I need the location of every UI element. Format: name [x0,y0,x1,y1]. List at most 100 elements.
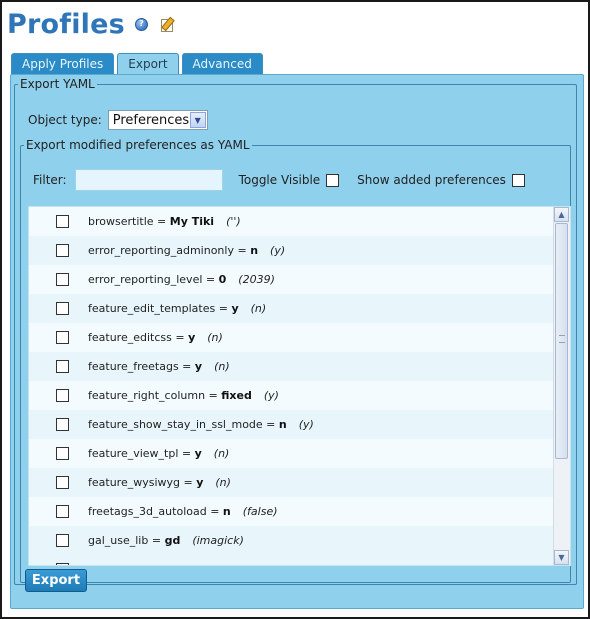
preference-row: error_reporting_level = 0 (2039) [29,265,553,294]
page-title: Profiles [7,8,125,40]
preference-checkbox[interactable] [56,563,69,565]
preference-checkbox[interactable] [56,331,69,344]
preference-equals: = [178,360,195,373]
title-row: Profiles ? [7,6,175,42]
preference-default: (y) [270,244,286,257]
preference-value: y [188,331,196,344]
preference-equals: = [262,418,279,431]
modified-preferences-fieldset: Export modified preferences as YAML Filt… [20,138,571,583]
preference-equals: = [178,447,195,460]
preference-checkbox[interactable] [56,273,69,286]
preference-checkbox[interactable] [56,244,69,257]
filter-row: Filter: Toggle Visible Show added prefer… [33,169,563,191]
preference-default: (y) [298,418,314,431]
preference-checkbox[interactable] [56,389,69,402]
grip-icon [559,335,565,343]
preference-checkbox[interactable] [56,505,69,518]
tab-label: Advanced [192,57,252,71]
preference-value: 0 [218,273,227,286]
preference-checkbox[interactable] [56,418,69,431]
preference-value: y [231,302,239,315]
tab-label: Apply Profiles [22,57,104,71]
preference-value: n [250,244,259,257]
preference-default: (n) [215,476,231,489]
preference-entry: error_reporting_adminonly = n [88,244,258,257]
tab-label: Export [128,57,168,71]
export-panel: Export YAML Object type: Preferences ▼ E… [10,74,584,609]
preference-entry: feature_edit_templates = y [88,302,239,315]
preference-value: y [196,476,204,489]
preference-value: fixed [221,389,252,402]
export-button[interactable]: Export [25,569,87,592]
filter-label: Filter: [33,173,67,187]
preference-equals: = [206,505,223,518]
preference-row: feature_show_stay_in_ssl_mode = n (y) [29,410,553,439]
preference-entry: browsertitle = My Tiki [88,215,214,228]
preference-name: gal_use_lib [88,534,149,547]
preference-equals: = [233,244,251,257]
preference-name: error_reporting_adminonly [88,244,234,257]
preference-value: n [222,505,231,518]
export-yaml-fieldset: Export YAML Object type: Preferences ▼ E… [14,77,577,585]
preference-row: feature_right_column = fixed (y) [29,381,553,410]
preference-default: (n) [250,302,267,315]
preference-checkbox[interactable] [56,476,69,489]
preference-default: ('') [226,215,241,228]
preference-name: browsertitle [88,215,154,228]
scrollbar-thumb[interactable] [555,223,568,459]
preference-entry: gal_use_lib = gd [88,534,180,547]
preference-row: browsertitle = My Tiki ('') [29,207,553,236]
profiles-window: Profiles ? Apply Profiles Export Advance… [0,0,590,619]
preference-checkbox[interactable] [56,215,69,228]
preference-default: (n) [214,360,230,373]
preference-name: freetags_3d_autoload [88,505,207,518]
preference-equals: = [180,476,197,489]
preference-checkbox[interactable] [56,360,69,373]
preference-name: feature_wysiwyg [88,476,180,489]
preferences-rows: browsertitle = My Tiki ('') error_reportin… [29,207,553,565]
preference-row: error_reporting_adminonly = n (y) [29,236,553,265]
preference-entry: feature_freetags = y [88,360,202,373]
preference-name: feature_edit_templates [88,302,216,315]
preference-entry: feature_right_column = fixed [88,389,252,402]
preference-value: y [194,360,203,373]
tab-advanced[interactable]: Advanced [181,53,263,74]
preference-equals: = [202,273,219,286]
preferences-list[interactable]: browsertitle = My Tiki ('') error_reportin… [28,206,571,566]
preference-value: n [278,418,287,431]
preference-name: feature_show_stay_in_ssl_mode [88,418,263,431]
show-added-preferences-label: Show added preferences [357,173,506,187]
preference-value: gd [164,534,181,547]
preference-equals: = [148,534,165,547]
preference-checkbox[interactable] [56,447,69,460]
help-icon[interactable]: ? [134,17,148,31]
object-type-select[interactable]: Preferences ▼ [107,110,208,130]
show-added-preferences-checkbox[interactable] [511,173,525,187]
object-type-value: Preferences [112,112,190,128]
preference-default: (n) [207,331,223,344]
preference-entry: freetags_3d_autoload = n [88,505,231,518]
preference-name: error_reporting_level [88,273,203,286]
scroll-down-icon[interactable]: ▼ [554,550,569,565]
scroll-up-icon[interactable]: ▲ [554,207,569,222]
chevron-down-icon[interactable]: ▼ [189,112,206,128]
preference-entry: feature_wysiwyg = y [88,476,203,489]
object-type-row: Object type: Preferences ▼ [28,110,208,130]
edit-icon[interactable] [160,16,175,32]
preference-checkbox[interactable] [56,534,69,547]
tab-export[interactable]: Export [117,53,179,74]
preference-checkbox[interactable] [56,302,69,315]
preference-entry: error_reporting_level = 0 [88,273,226,286]
tab-apply-profiles[interactable]: Apply Profiles [11,53,115,74]
toggle-visible-checkbox[interactable] [326,173,340,187]
preference-equals: = [215,302,232,315]
preference-row: feature_edit_templates = y (n) [29,294,553,323]
preference-name: feature_freetags [88,360,179,373]
toggle-visible-label: Toggle Visible [238,173,321,187]
scrollbar[interactable]: ▲ ▼ [553,207,570,565]
preference-row: feature_wysiwyg = y (n) [29,468,553,497]
filter-input[interactable] [74,169,223,191]
preference-row: feature_editcss = y (n) [29,323,553,352]
preference-row: feature_view_tpl = y (n) [29,439,553,468]
preference-row [29,555,553,565]
